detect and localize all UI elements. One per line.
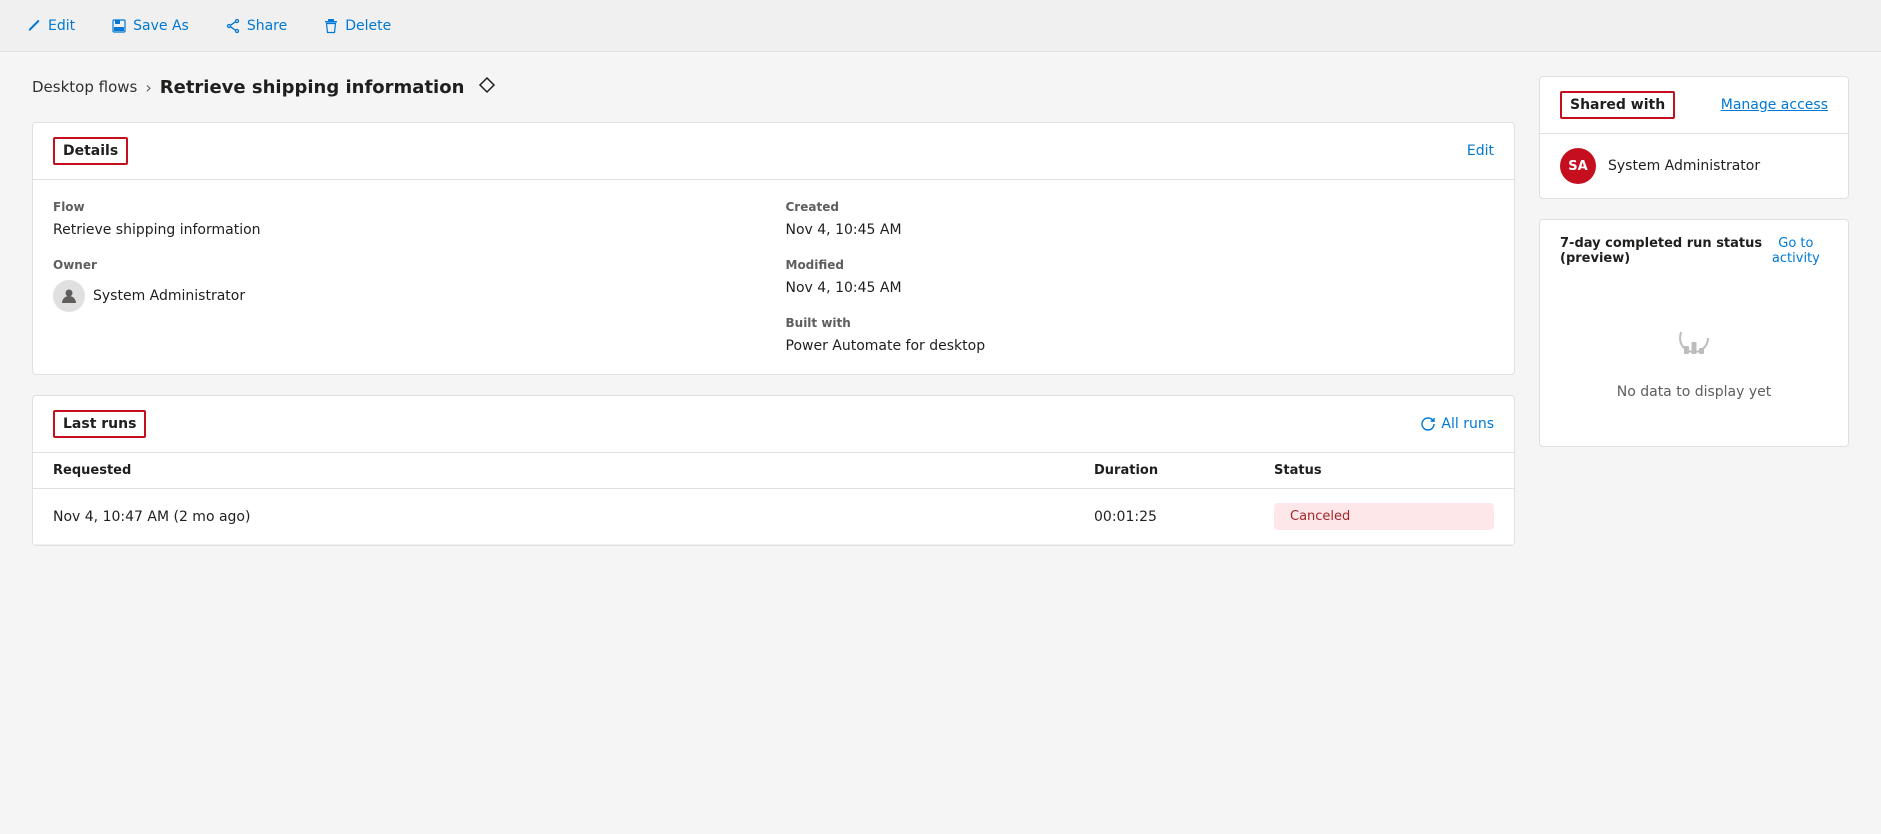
go-to-activity-button[interactable]: Go to activity xyxy=(1764,236,1828,266)
flow-label: Flow xyxy=(53,200,762,214)
top-toolbar: Edit Save As Share Delete xyxy=(0,0,1881,52)
col-requested: Requested xyxy=(53,463,1094,478)
share-label: Share xyxy=(247,18,287,34)
built-with-value: Power Automate for desktop xyxy=(786,338,1495,354)
shared-with-header: Shared with Manage access xyxy=(1540,77,1848,134)
share-button[interactable]: Share xyxy=(219,14,293,38)
last-runs-card: Last runs All runs Requested Duration St… xyxy=(32,395,1515,546)
details-title: Details xyxy=(53,137,128,165)
breadcrumb-separator: › xyxy=(145,78,151,97)
flow-value: Retrieve shipping information xyxy=(53,222,762,238)
details-edit-button[interactable]: Edit xyxy=(1467,143,1494,159)
breadcrumb: Desktop flows › Retrieve shipping inform… xyxy=(32,76,1515,98)
share-icon xyxy=(225,18,241,34)
created-label: Created xyxy=(786,200,1495,214)
breadcrumb-current: Retrieve shipping information xyxy=(160,77,465,98)
delete-button[interactable]: Delete xyxy=(317,14,397,38)
user-avatar: SA xyxy=(1560,148,1596,184)
status-badge: Canceled xyxy=(1274,503,1494,530)
table-header-row: Requested Duration Status xyxy=(33,453,1514,489)
details-left-col: Flow Retrieve shipping information Owner xyxy=(53,200,762,354)
no-data-section: No data to display yet xyxy=(1560,282,1828,430)
owner-row: System Administrator xyxy=(53,280,762,312)
user-initials: SA xyxy=(1568,159,1587,174)
edit-button[interactable]: Edit xyxy=(20,14,81,38)
details-right-col: Created Nov 4, 10:45 AM Modified Nov 4, … xyxy=(786,200,1495,354)
delete-icon xyxy=(323,18,339,34)
save-as-label: Save As xyxy=(133,18,189,34)
shared-with-title: Shared with xyxy=(1560,91,1675,119)
edit-label: Edit xyxy=(48,18,75,34)
activity-card: 7-day completed run status (preview) Go … xyxy=(1539,219,1849,447)
table-row: Nov 4, 10:47 AM (2 mo ago) 00:01:25 Canc… xyxy=(33,489,1514,545)
details-card-body: Flow Retrieve shipping information Owner xyxy=(33,180,1514,374)
shared-user-row: SA System Administrator xyxy=(1540,134,1848,198)
activity-header: 7-day completed run status (preview) Go … xyxy=(1560,236,1828,266)
all-runs-label: All runs xyxy=(1441,416,1494,432)
chart-icon xyxy=(1666,312,1722,372)
breadcrumb-parent-link[interactable]: Desktop flows xyxy=(32,78,137,96)
save-as-icon xyxy=(111,18,127,34)
all-runs-button[interactable]: All runs xyxy=(1421,416,1494,432)
details-card-header: Details Edit xyxy=(33,123,1514,180)
flow-group: Flow Retrieve shipping information xyxy=(53,200,762,238)
edit-icon xyxy=(26,18,42,34)
last-runs-title: Last runs xyxy=(53,410,146,438)
built-with-group: Built with Power Automate for desktop xyxy=(786,316,1495,354)
modified-group: Modified Nov 4, 10:45 AM xyxy=(786,258,1495,296)
modified-label: Modified xyxy=(786,258,1495,272)
shared-with-card: Shared with Manage access SA System Admi… xyxy=(1539,76,1849,199)
created-value: Nov 4, 10:45 AM xyxy=(786,222,1495,238)
right-panel: Shared with Manage access SA System Admi… xyxy=(1539,76,1849,566)
user-name: System Administrator xyxy=(1608,158,1760,174)
owner-label: Owner xyxy=(53,258,762,272)
refresh-icon xyxy=(1421,417,1435,431)
created-group: Created Nov 4, 10:45 AM xyxy=(786,200,1495,238)
details-grid: Flow Retrieve shipping information Owner xyxy=(53,200,1494,354)
owner-avatar xyxy=(53,280,85,312)
manage-access-button[interactable]: Manage access xyxy=(1721,97,1828,113)
modified-value: Nov 4, 10:45 AM xyxy=(786,280,1495,296)
last-runs-header: Last runs All runs xyxy=(33,396,1514,453)
details-card: Details Edit Flow Retrieve shipping info… xyxy=(32,122,1515,375)
row-requested: Nov 4, 10:47 AM (2 mo ago) xyxy=(53,509,1094,525)
activity-title: 7-day completed run status (preview) xyxy=(1560,236,1764,266)
col-duration: Duration xyxy=(1094,463,1274,478)
row-duration: 00:01:25 xyxy=(1094,509,1274,525)
col-status: Status xyxy=(1274,463,1494,478)
main-content: Desktop flows › Retrieve shipping inform… xyxy=(0,52,1881,590)
built-with-label: Built with xyxy=(786,316,1495,330)
owner-name: System Administrator xyxy=(93,288,245,304)
diamond-icon xyxy=(478,76,496,98)
no-data-label: No data to display yet xyxy=(1617,384,1772,400)
delete-label: Delete xyxy=(345,18,391,34)
left-panel: Desktop flows › Retrieve shipping inform… xyxy=(32,76,1515,566)
owner-group: Owner System Administrator xyxy=(53,258,762,312)
last-runs-table: Requested Duration Status Nov 4, 10:47 A… xyxy=(33,453,1514,545)
save-as-button[interactable]: Save As xyxy=(105,14,195,38)
